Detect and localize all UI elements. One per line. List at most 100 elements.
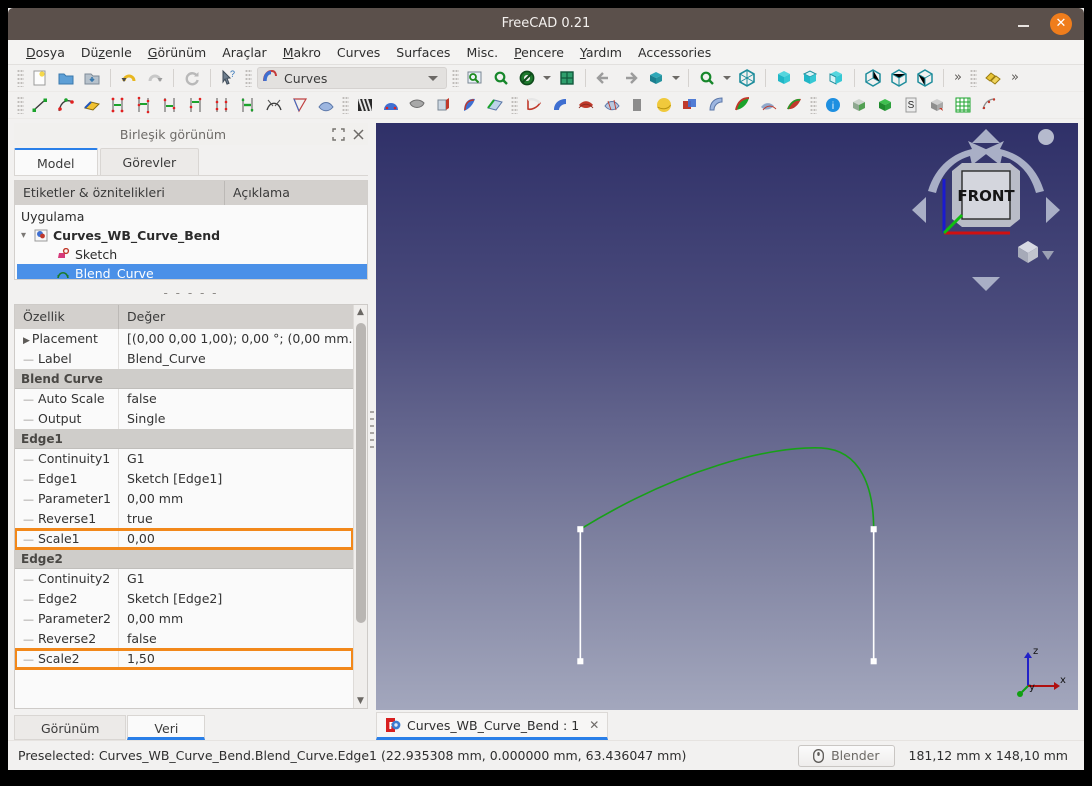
toolbar-grip[interactable]: [17, 69, 24, 87]
scrollbar-track[interactable]: [354, 319, 368, 694]
right-view-icon[interactable]: [823, 66, 849, 90]
pipeshell-icon[interactable]: [456, 93, 482, 117]
property-value[interactable]: true: [119, 508, 353, 529]
property-value[interactable]: 0,00 mm: [119, 608, 353, 629]
3d-viewport[interactable]: FRONT z x y: [376, 123, 1078, 710]
surface-mesh-icon[interactable]: [599, 93, 625, 117]
property-row[interactable]: — Scale1 0,00: [15, 528, 353, 550]
tree-root-item[interactable]: Uygulama: [17, 207, 367, 226]
line-icon[interactable]: [27, 93, 53, 117]
pipe-icon[interactable]: [547, 93, 573, 117]
close-icon[interactable]: [348, 125, 368, 143]
fit-all-icon[interactable]: [462, 66, 488, 90]
panel-splitter[interactable]: [368, 119, 376, 740]
property-value[interactable]: 1,50: [119, 648, 353, 669]
left-view-icon[interactable]: [912, 66, 938, 90]
zebra-surface-icon[interactable]: [352, 93, 378, 117]
offset-surface-icon[interactable]: [755, 93, 781, 117]
gordon-surface-icon[interactable]: [378, 93, 404, 117]
property-row[interactable]: — Parameter1 0,00 mm: [15, 488, 353, 509]
tree-item-sketch[interactable]: Sketch: [17, 245, 367, 264]
blend-curve-icon-6[interactable]: [235, 93, 261, 117]
undo-icon[interactable]: [116, 66, 142, 90]
menu-item-yard-m[interactable]: Yardım: [572, 42, 630, 63]
property-value[interactable]: G1: [119, 568, 353, 589]
blend-curve-icon-4[interactable]: [183, 93, 209, 117]
sketch-on-surface-icon[interactable]: [521, 93, 547, 117]
scrollbar-thumb[interactable]: [355, 323, 366, 623]
axonometric-view-icon[interactable]: [643, 66, 669, 90]
toolbar-overflow-button[interactable]: »: [949, 66, 967, 90]
property-value[interactable]: Single: [119, 408, 353, 429]
property-row[interactable]: — Output Single: [15, 408, 353, 429]
menu-item-curves[interactable]: Curves: [329, 42, 388, 63]
property-row[interactable]: ▶ Placement [(0,00 0,00 1,00); 0,00 °; (0,…: [15, 329, 353, 349]
property-value[interactable]: [(0,00 0,00 1,00); 0,00 °; (0,00 mm...: [119, 329, 353, 349]
property-value[interactable]: Blend_Curve: [119, 348, 353, 369]
new-document-icon[interactable]: [27, 66, 53, 90]
property-row[interactable]: — Continuity1 G1: [15, 448, 353, 469]
whats-this-icon[interactable]: ?: [216, 66, 242, 90]
approximate-icon[interactable]: [261, 93, 287, 117]
sweep-surface-icon[interactable]: [404, 93, 430, 117]
property-row[interactable]: — Label Blend_Curve: [15, 348, 353, 369]
toolbar-grip[interactable]: [452, 69, 459, 87]
fit-selection-icon[interactable]: [488, 66, 514, 90]
property-row[interactable]: — Reverse2 false: [15, 628, 353, 649]
property-value[interactable]: 0,00 mm: [119, 488, 353, 509]
save-document-icon[interactable]: [79, 66, 105, 90]
property-row[interactable]: — Reverse1 true: [15, 508, 353, 529]
toolbar-grip[interactable]: [970, 69, 977, 87]
solid-box-icon[interactable]: [846, 93, 872, 117]
blend-curve-icon-2[interactable]: [131, 93, 157, 117]
menu-item-g-r-n-m[interactable]: Görünüm: [140, 42, 214, 63]
top-view-icon[interactable]: [797, 66, 823, 90]
property-scrollbar[interactable]: ▲ ▼: [353, 305, 367, 708]
close-icon[interactable]: ✕: [589, 718, 599, 732]
profile-support-icon[interactable]: [430, 93, 456, 117]
tab-görevler[interactable]: Görevler: [99, 148, 200, 175]
box-arrow-icon[interactable]: [924, 93, 950, 117]
editable-spline-icon[interactable]: [79, 93, 105, 117]
toolbar-overflow-button-2[interactable]: »: [1006, 66, 1024, 90]
blend-curve-icon-5[interactable]: [209, 93, 235, 117]
property-row[interactable]: — Edge1 Sketch [Edge1]: [15, 468, 353, 489]
multi-loft-icon[interactable]: [573, 93, 599, 117]
property-value[interactable]: 0,00: [119, 528, 353, 549]
menu-item-surfaces[interactable]: Surfaces: [388, 42, 458, 63]
property-value[interactable]: G1: [119, 448, 353, 469]
refresh-icon[interactable]: [179, 66, 205, 90]
toolbar-grip[interactable]: [810, 96, 817, 114]
green-box-icon[interactable]: [872, 93, 898, 117]
expand-icon[interactable]: [328, 125, 348, 143]
splitter-grip[interactable]: [370, 411, 374, 449]
property-row[interactable]: — Parameter2 0,00 mm: [15, 608, 353, 629]
property-tab-view[interactable]: Görünüm: [14, 715, 127, 740]
menu-item-makro[interactable]: Makro: [275, 42, 329, 63]
property-editor[interactable]: Özellik Değer ▶ Placement [(0,00 0,00 1,00…: [14, 304, 368, 709]
property-value[interactable]: false: [119, 628, 353, 649]
menu-item-d-zenle[interactable]: Düzenle: [73, 42, 140, 63]
trim-face-icon[interactable]: [729, 93, 755, 117]
tree-item-blend-curve[interactable]: Blend_Curve: [17, 264, 367, 279]
open-document-icon[interactable]: [53, 66, 79, 90]
front-view-icon[interactable]: [771, 66, 797, 90]
property-value[interactable]: Sketch [Edge1]: [119, 468, 353, 489]
menu-item-misc[interactable]: Misc.: [458, 42, 506, 63]
zoom-dropdown[interactable]: [720, 76, 734, 80]
property-row[interactable]: — Auto Scale false: [15, 388, 353, 409]
minimize-button[interactable]: [1016, 17, 1032, 31]
bottom-view-icon[interactable]: [886, 66, 912, 90]
navigation-style-button[interactable]: Blender: [798, 744, 895, 767]
workbench-selector[interactable]: Curves: [257, 67, 447, 89]
property-row[interactable]: — Scale2 1,50: [15, 648, 353, 670]
blend-curve-icon-3[interactable]: [157, 93, 183, 117]
interpolate-icon[interactable]: [287, 93, 313, 117]
toolbar-grip[interactable]: [511, 96, 518, 114]
toolbar-grip[interactable]: [245, 69, 252, 87]
sphere-icon[interactable]: [651, 93, 677, 117]
curve-on-surface-icon[interactable]: [703, 93, 729, 117]
info-icon[interactable]: i: [820, 93, 846, 117]
toggle-axis-cross-icon[interactable]: [554, 66, 580, 90]
script-icon[interactable]: S: [898, 93, 924, 117]
